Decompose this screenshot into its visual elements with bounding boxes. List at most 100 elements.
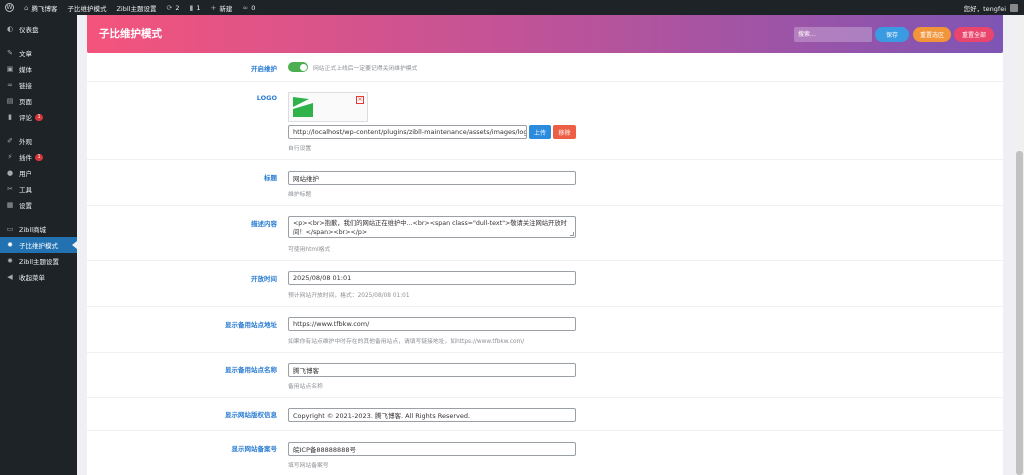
logo-label: LOGO [256,94,277,102]
resize-handle-icon[interactable] [570,232,574,236]
divider [87,397,1003,398]
maintenance-toggle[interactable] [288,62,308,72]
icp-label: 显示网站备案号 [231,445,278,453]
link-icon: ∞ [242,3,249,12]
account-menu[interactable]: 您好，tengfei [964,0,1018,15]
brush-icon: ✐ [7,137,13,145]
sidebar-collapse-menu[interactable]: ◀ 收起菜单 [0,269,77,285]
adminbar-link-maintenance[interactable]: 子比维护模式 [62,0,111,15]
sidebar-item-appearance[interactable]: ✐ 外观 [0,133,77,149]
avatar [1010,3,1018,12]
sidebar-item-media[interactable]: ▣ 媒体 [0,61,77,77]
divider [87,159,1003,160]
title-label: 标题 [264,174,277,182]
divider [87,81,1003,82]
save-button[interactable]: 保存 [875,27,909,42]
plugins-badge: 1 [35,153,44,161]
icp-desc: 填写网站备案号 [288,463,329,469]
sidebar-item-posts[interactable]: ✎ 文章 [0,45,77,61]
divider [87,205,1003,206]
remove-button[interactable]: 移除 [553,125,576,139]
title-input[interactable]: 网站维护 [288,171,576,185]
options-panel: 开启维护 网站正式上线后一定要记得关闭维护模式 LOGO × http://lo… [87,53,1003,475]
wrench-icon: ✂ [7,185,13,193]
user-icon: ● [6,169,14,177]
close-icon[interactable]: × [356,96,364,104]
divider [87,260,1003,261]
sidebar-item-users[interactable]: ● 用户 [0,165,77,181]
page-scrollbar[interactable] [1015,15,1024,475]
logo-desc: 自行设置 [288,146,312,152]
page-title: 子比维护模式 [99,28,162,40]
maintenance-label: 开启维护 [251,65,277,73]
backup-url-desc: 如果你有站点维护中时存在的其他备用站点，请填写链接地址，如https://www… [288,339,525,345]
sidebar-item-comments[interactable]: ▮ 评论 1 [0,109,77,125]
pin-icon: ✎ [7,49,13,57]
backup-name-input[interactable]: 腾飞博客 [288,363,576,377]
content-label: 描述内容 [251,220,277,228]
comments-link[interactable]: ▮ 1 [184,0,205,15]
logo-image [293,97,313,117]
content-textarea-value: <p><br>抱歉，我们的网站正在维护中...<br><span class="… [293,220,567,236]
refresh-icon: ⟳ [166,3,173,12]
sidebar-item-pages[interactable]: ▤ 页面 [0,93,77,109]
shop-icon: ▭ [6,225,14,233]
home-icon: ⌂ [24,3,29,12]
site-name-link[interactable]: ⌂ 腾飞博客 [19,0,62,15]
open-time-label: 开放时间 [251,275,277,283]
icp-input[interactable]: 皖ICP备88888888号 [288,442,576,456]
content-desc: 可使用html格式 [288,247,331,253]
wp-logo-menu[interactable]: W [0,0,19,15]
links-count-link[interactable]: ∞ 0 [237,0,260,15]
sidebar-item-tools[interactable]: ✂ 工具 [0,181,77,197]
adminbar-link-zibll-settings[interactable]: Zibll主题设置 [111,0,161,15]
admin-bar: W ⌂ 腾飞博客 子比维护模式 Zibll主题设置 ⟳ 2 ▮ 1 + 新建 ∞ 0 您好… [0,0,1024,15]
options-search-input[interactable] [794,27,872,42]
wordpress-icon: W [5,3,14,12]
backup-url-input[interactable]: https://www.tfbkw.com/ [288,317,576,331]
sidebar-item-plugins[interactable]: ⚡ 插件 1 [0,149,77,165]
divider [87,352,1003,353]
options-header: 子比维护模式 保存 重置选区 重置全部 [87,15,1003,53]
comment-icon: ▮ [189,3,194,12]
sidebar-item-settings[interactable]: ▦ 设置 [0,197,77,213]
maintenance-desc: 网站正式上线后一定要记得关闭维护模式 [313,66,418,72]
comment-icon: ▮ [8,113,12,121]
link-icon: ∞ [7,81,13,89]
copyright-label: 显示网站版权信息 [225,411,277,419]
copyright-input[interactable]: Copyright © 2021-2023. 腾飞博客. All Rights … [288,408,576,422]
logo-url-input[interactable]: http://localhost/wp-content/plugins/zibl… [288,125,527,139]
open-time-input[interactable]: 2025/08/08 01:01 [288,271,576,285]
sidebar-item-maintenance[interactable]: ✹ 子比维护模式 [0,237,77,253]
page-icon: ▤ [6,97,14,105]
sidebar-item-links[interactable]: ∞ 链接 [0,77,77,93]
plugin-icon: ⚡ [7,153,13,161]
comments-badge: 1 [35,113,44,121]
backup-name-label: 显示备用站点名称 [225,366,277,374]
sidebar-item-zibll-shop[interactable]: ▭ Zibll商城 [0,221,77,237]
plus-icon: + [210,3,217,12]
gear-icon: ✹ [7,241,13,249]
upload-button[interactable]: 上传 [529,125,551,139]
scrollbar-thumb[interactable] [1016,151,1023,475]
new-content-link[interactable]: + 新建 [205,0,237,15]
media-icon: ▣ [6,65,14,73]
collapse-icon: ◀ [7,273,13,281]
open-time-desc: 预计网站开放时间，格式：2025/08/08 01:01 [288,293,410,299]
reset-section-button[interactable]: 重置选区 [913,27,951,42]
backup-url-label: 显示备用站点地址 [225,321,277,329]
settings-icon: ▦ [6,201,14,209]
sidebar-item-dashboard[interactable]: ◐ 仪表盘 [0,21,77,37]
gear-icon: ✹ [7,257,13,265]
reset-all-button[interactable]: 重置全部 [954,27,994,42]
sidebar-item-zibll-settings[interactable]: ✹ Zibll主题设置 [0,253,77,269]
content-textarea[interactable]: <p><br>抱歉，我们的网站正在维护中...<br><span class="… [288,216,576,238]
logo-preview: × [288,92,368,122]
dashboard-icon: ◐ [6,25,14,33]
divider [87,306,1003,307]
divider [87,430,1003,431]
title-desc: 维护标题 [288,192,312,198]
backup-name-desc: 备用站点名称 [288,384,323,390]
updates-link[interactable]: ⟳ 2 [161,0,184,15]
admin-sidebar: ◐ 仪表盘 ✎ 文章 ▣ 媒体 ∞ 链接 ▤ 页面 ▮ 评论 1 ✐ 外观 ⚡ 插件 1 ● 用户 ✂… [0,15,77,475]
